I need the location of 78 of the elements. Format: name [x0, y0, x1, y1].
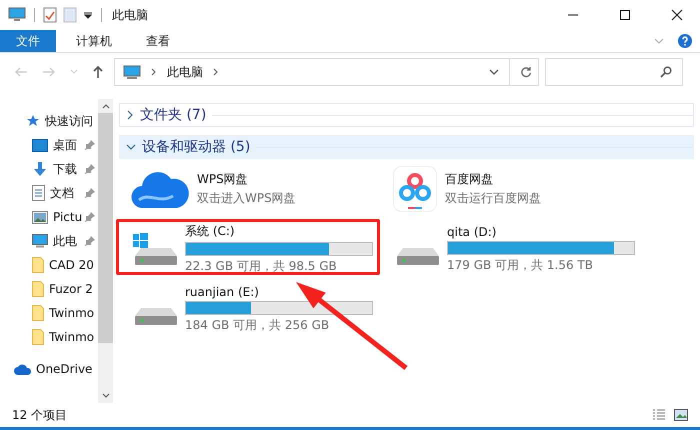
nav-item[interactable]: Pictu [0, 205, 98, 229]
scrollbar-thumb[interactable] [98, 113, 113, 343]
group-title: 文件夹 (7) [140, 106, 206, 124]
scroll-up-icon[interactable] [102, 103, 110, 109]
star-icon [26, 114, 40, 128]
app-logo-icon [393, 166, 437, 212]
item-description: 双击运行百度网盘 [445, 190, 541, 207]
nav-label: OneDrive [36, 362, 92, 376]
drive-space: 184 GB 可用，共 256 GB [185, 316, 330, 334]
search-icon [660, 66, 672, 78]
properties-icon[interactable] [43, 7, 57, 23]
item-description: 双击进入WPS网盘 [197, 190, 296, 207]
nav-label: Twinmo [49, 306, 94, 320]
scroll-down-icon[interactable] [102, 393, 110, 399]
nav-label: 文档 [50, 184, 74, 202]
chevron-right-icon [126, 110, 134, 120]
nav-item[interactable]: Twinmo [0, 325, 98, 349]
window-title: 此电脑 [112, 6, 148, 24]
nav-item[interactable]: 下载 [0, 157, 98, 181]
nav-item[interactable]: 桌面 [0, 133, 98, 157]
address-bar[interactable]: 此电脑 [114, 58, 539, 86]
dropdown-icon[interactable] [83, 10, 93, 20]
nav-label: 下载 [53, 160, 77, 178]
folder-icon [32, 281, 44, 297]
nav-item[interactable]: 文档 [0, 181, 98, 205]
computer-icon [8, 7, 26, 23]
chevron-down-icon[interactable] [489, 68, 499, 76]
drive-name[interactable]: 系统 (C:) [185, 223, 373, 240]
folder-icon [32, 329, 44, 345]
group-header[interactable]: 设备和驱动器 (5) [119, 135, 694, 159]
details-view-icon[interactable] [652, 409, 666, 421]
close-icon[interactable] [671, 9, 683, 21]
nav-item[interactable]: 快速访问 [0, 109, 98, 133]
nav-label: Twinmo [49, 330, 94, 344]
item-count: 12 个项目 [12, 406, 68, 424]
search-field[interactable] [545, 58, 683, 86]
drive-space: 179 GB 可用，共 1.56 TB [447, 256, 594, 274]
nav-label: 桌面 [53, 136, 77, 154]
computer-icon [123, 64, 141, 80]
document-icon [32, 185, 45, 201]
down-arrow-icon [32, 161, 48, 177]
nav-item[interactable]: CAD 20 [0, 253, 98, 277]
nav-label: Fuzor 2 [49, 282, 93, 296]
chevron-right-icon [151, 68, 157, 76]
maximize-icon[interactable] [619, 9, 631, 21]
up-arrow-icon[interactable] [92, 65, 104, 79]
nav-label: 此电 [53, 232, 77, 250]
nav-label: 快速访问 [45, 112, 93, 130]
drive-name[interactable]: qita (D:) [447, 224, 635, 238]
nav-item[interactable]: Fuzor 2 [0, 277, 98, 301]
drive-name[interactable]: ruanjian (E:) [185, 284, 373, 298]
nav-item[interactable]: OneDrive [0, 357, 98, 381]
group-title: 设备和驱动器 (5) [142, 138, 250, 156]
cloud-icon [14, 363, 32, 375]
drive-space: 22.3 GB 可用，共 98.5 GB [185, 258, 338, 275]
item-name[interactable]: WPS网盘 [197, 171, 296, 188]
group-header[interactable]: 文件夹 (7) [119, 103, 694, 127]
cloud-icon [131, 170, 189, 208]
item-name[interactable]: 百度网盘 [445, 171, 541, 188]
desktop-icon [32, 138, 48, 152]
nav-label: Pictu [53, 210, 82, 224]
ribbon-tab[interactable]: 计算机 [62, 30, 126, 52]
chevron-right-icon [213, 68, 219, 76]
tiles-view-icon[interactable] [674, 409, 688, 421]
scrollbar[interactable] [98, 99, 113, 403]
ribbon-tab[interactable]: 查看 [132, 30, 184, 52]
computer-icon [32, 234, 48, 248]
folder-icon [32, 305, 44, 321]
help-icon[interactable] [678, 34, 692, 48]
breadcrumb[interactable]: 此电脑 [167, 64, 203, 80]
folder-icon [32, 257, 44, 273]
ribbon-tab[interactable]: 文件 [0, 30, 56, 52]
nav-item[interactable]: Twinmo [0, 301, 98, 325]
refresh-icon[interactable] [520, 66, 532, 78]
chevron-down-icon [126, 143, 136, 151]
image-icon [32, 210, 48, 224]
nav-label: CAD 20 [49, 258, 94, 272]
nav-item[interactable]: 此电 [0, 229, 98, 253]
